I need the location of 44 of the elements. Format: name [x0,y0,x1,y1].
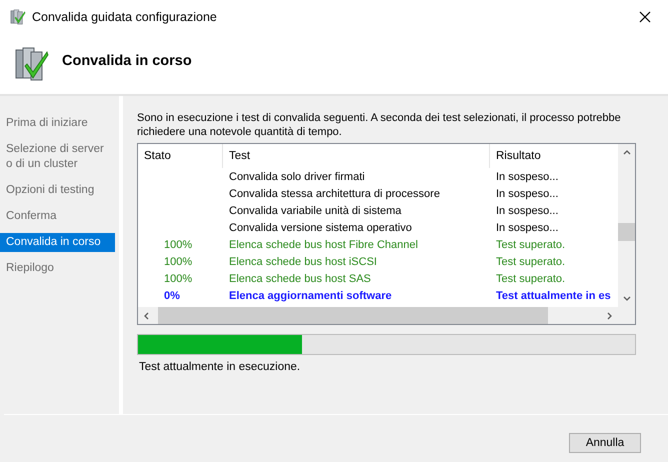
status-text: 0% [164,290,180,302]
scrollbar-thumb[interactable] [158,307,548,324]
column-header[interactable]: Risultato [490,144,618,168]
wizard-step[interactable]: Opzioni di testing [0,181,115,200]
status-text: Test attualmente in esecuzione. [139,361,302,373]
column-header[interactable]: Stato [138,144,223,168]
intro-text: Sono in esecuzione i test di convalida seguenti. A seconda dei test selezionati, il processo potrebbe richiedere una notevole quantità di tempo. [137,111,622,139]
horizontal-scrollbar[interactable] [138,307,618,324]
result-text: Test attualmente in es [496,290,611,302]
scroll-down-icon [622,294,632,304]
column-header[interactable]: Test [223,144,490,168]
server-check-icon [10,9,26,25]
result-text: In sospeso... [496,170,558,182]
test-name: Elenca schede bus host iSCSI [229,256,377,268]
window-title: Convalida guidata configurazione [32,10,217,24]
result-text: Test superato. [496,272,566,284]
test-name: Convalida solo driver firmati [229,170,365,182]
status-text: 100% [164,256,192,268]
scrollbar-thumb[interactable] [618,223,635,241]
test-name: Elenca schede bus host Fibre Channel [229,238,418,250]
page-title: Convalida in corso [62,53,192,69]
wizard-step[interactable]: Conferma [0,207,115,226]
wizard-step[interactable]: Selezione di server o di un cluster [0,140,115,174]
wizard-step[interactable]: Prima di iniziare [0,114,115,133]
test-name: Convalida stessa architettura di processore [229,188,440,200]
wizard-step[interactable]: Riepilogo [0,259,115,278]
close-icon [639,11,651,23]
status-text: 100% [164,272,192,284]
result-text: Test superato. [496,238,566,250]
result-text: In sospeso... [496,204,558,216]
cancel-button[interactable]: Annulla [569,433,641,453]
test-name: Convalida versione sistema operativo [229,222,412,234]
wizard-step[interactable]: Convalida in corso [0,233,115,252]
scroll-right-icon [604,310,614,320]
status-text: 100% [164,238,192,250]
vertical-scrollbar[interactable] [618,144,635,307]
test-name: Elenca aggiornamenti software [229,290,392,302]
test-name: Convalida variabile unità di sistema [229,204,402,216]
result-text: Test superato. [496,256,566,268]
scroll-left-icon [142,310,152,320]
test-name: Elenca schede bus host SAS [229,272,371,284]
result-text: In sospeso... [496,222,558,234]
server-check-icon [14,46,50,82]
result-text: In sospeso... [496,188,558,200]
